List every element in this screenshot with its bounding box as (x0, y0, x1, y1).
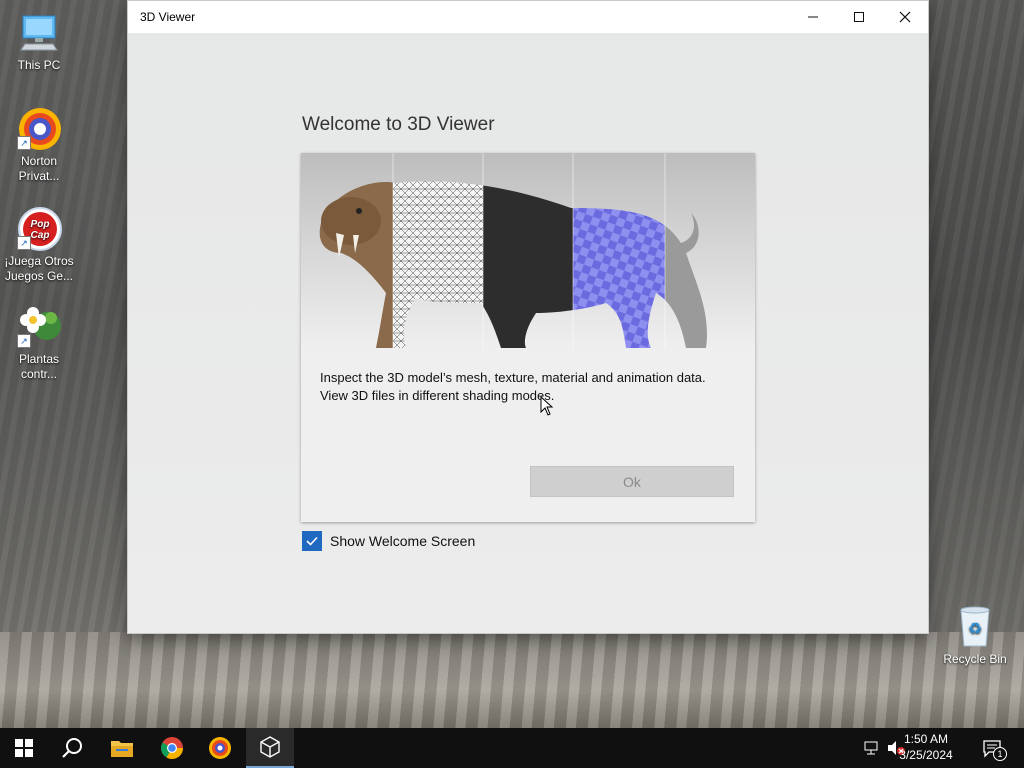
norton-icon: ↗ (17, 106, 61, 150)
shortcut-arrow-icon: ↗ (17, 334, 31, 348)
close-icon (899, 11, 911, 23)
title-bar[interactable]: 3D Viewer (128, 1, 928, 33)
desktop-icon-norton[interactable]: ↗ Norton Privat... (1, 106, 77, 184)
minimize-icon (808, 16, 818, 18)
3d-cube-icon (260, 736, 280, 758)
popcap-icon: Pop Cap ↗ (17, 206, 62, 251)
taskbar-file-explorer[interactable] (98, 728, 146, 768)
start-button[interactable] (0, 728, 48, 768)
svg-text:Pop: Pop (31, 219, 50, 230)
notification-center-button[interactable]: 1 (982, 738, 1007, 761)
welcome-card: Inspect the 3D model’s mesh, texture, ma… (301, 153, 755, 522)
desktop-icon-label: ¡Juega Otros Juegos Ge... (4, 254, 74, 283)
windows-logo-icon (15, 739, 33, 757)
folder-icon (111, 741, 133, 757)
clock[interactable]: 1:50 AM 3/25/2024 (886, 731, 966, 763)
welcome-heading: Welcome to 3D Viewer (302, 114, 495, 135)
notification-badge: 1 (993, 747, 1007, 761)
welcome-description: Inspect the 3D model’s mesh, texture, ma… (320, 369, 740, 405)
clock-date: 3/25/2024 (899, 748, 953, 762)
desktop-icon-plantas[interactable]: ↗ Plantas contr... (1, 304, 77, 382)
desktop-icon-popcap[interactable]: Pop Cap ↗ ¡Juega Otros Juegos Ge... (1, 206, 77, 284)
shortcut-arrow-icon: ↗ (17, 236, 31, 250)
desktop-icon-label: This PC (17, 58, 61, 72)
ok-button[interactable]: Ok (530, 466, 734, 497)
desktop-wallpaper-rocks (0, 632, 1024, 728)
description-line-1: Inspect the 3D model’s mesh, texture, ma… (320, 370, 706, 385)
search-icon (62, 738, 82, 758)
plant-flower-icon: ↗ (17, 304, 61, 348)
show-welcome-checkbox[interactable] (302, 531, 322, 551)
desktop-icon-label: Norton Privat... (18, 154, 60, 183)
welcome-hero-image (301, 153, 755, 348)
minimize-button[interactable] (790, 1, 836, 33)
taskbar-3d-viewer[interactable] (246, 728, 294, 768)
maximize-button[interactable] (836, 1, 882, 33)
clock-time: 1:50 AM (903, 732, 949, 746)
network-icon[interactable] (862, 738, 882, 758)
chrome-icon (161, 737, 183, 759)
window-content: Welcome to 3D Viewer Inspect the 3D mode… (128, 33, 928, 633)
close-button[interactable] (882, 1, 928, 33)
show-welcome-checkbox-row[interactable]: Show Welcome Screen (302, 531, 475, 551)
recycle-bin-icon: ♻ (953, 604, 997, 648)
window-title: 3D Viewer (140, 10, 196, 24)
svg-text:♻: ♻ (968, 619, 982, 638)
svg-text:Cap: Cap (31, 230, 50, 241)
show-welcome-label: Show Welcome Screen (330, 533, 476, 549)
desktop-icon-this-pc[interactable]: This PC (1, 10, 77, 73)
desktop-icon-label: Recycle Bin (943, 652, 1007, 666)
taskbar-norton[interactable] (196, 728, 244, 768)
taskbar-chrome[interactable] (148, 728, 196, 768)
desktop-icon-label: Plantas contr... (18, 352, 60, 381)
desktop-icon-recycle-bin[interactable]: ♻ Recycle Bin (937, 604, 1013, 667)
maximize-icon (854, 12, 864, 22)
computer-icon (17, 10, 61, 54)
taskbar: 1:50 AM 3/25/2024 1 (0, 728, 1024, 768)
3d-viewer-window: 3D Viewer Welcome to 3D Viewer Inspect t… (128, 1, 928, 633)
checkmark-icon (306, 536, 318, 546)
search-button[interactable] (48, 728, 96, 768)
norton-icon (209, 737, 231, 759)
description-line-2: View 3D files in different shading modes… (320, 388, 555, 403)
shortcut-arrow-icon: ↗ (17, 136, 31, 150)
mouse-cursor-icon (540, 396, 554, 416)
